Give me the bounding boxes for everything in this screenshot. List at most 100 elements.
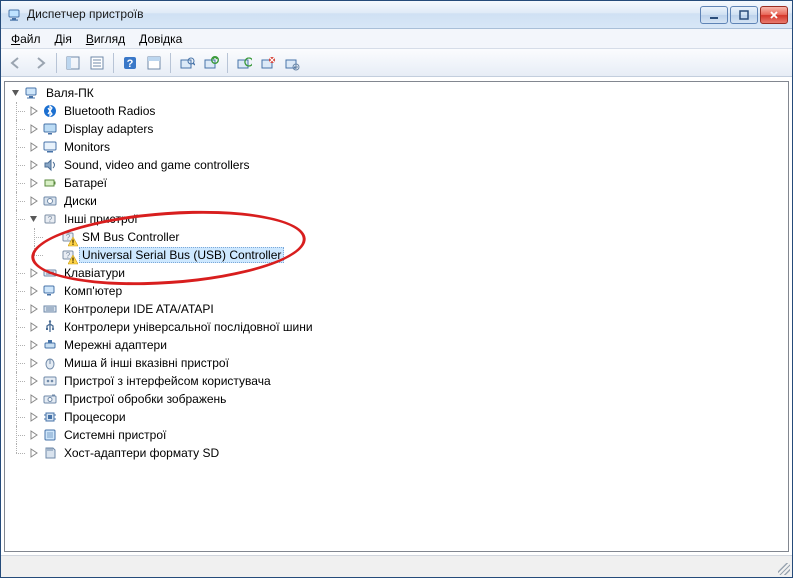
menu-help[interactable]: Довідка	[132, 29, 189, 48]
expand-icon[interactable]	[27, 446, 41, 460]
tree-category-row[interactable]: Display adapters	[27, 120, 788, 138]
expand-icon[interactable]	[27, 158, 41, 172]
tree-category-row[interactable]: Миша й інші вказівні пристрої	[27, 354, 788, 372]
expand-icon[interactable]	[27, 140, 41, 154]
device-tree[interactable]: Валя-ПК Bluetooth Radios Display adapter…	[4, 81, 789, 552]
tree-item-label: SM Bus Controller	[79, 229, 182, 245]
imaging-icon	[42, 391, 58, 407]
expand-icon[interactable]	[27, 338, 41, 352]
tree-item-label: Системні пристрої	[61, 427, 169, 443]
maximize-button[interactable]	[730, 6, 758, 24]
enable-button[interactable]	[281, 52, 303, 74]
tree-category-row[interactable]: Диски	[27, 192, 788, 210]
tree-category-row[interactable]: Процесори	[27, 408, 788, 426]
network-icon	[42, 337, 58, 353]
tree-category-row[interactable]: Sound, video and game controllers	[27, 156, 788, 174]
tree-item-label: Display adapters	[61, 121, 156, 137]
disable-button[interactable]	[257, 52, 279, 74]
tree-category-row[interactable]: Bluetooth Radios	[27, 102, 788, 120]
expand-icon[interactable]	[27, 284, 41, 298]
menu-file[interactable]: Файл	[4, 29, 48, 48]
tree-category-row[interactable]: Пристрої з інтерфейсом користувача	[27, 372, 788, 390]
close-button[interactable]	[760, 6, 788, 24]
expand-icon[interactable]	[27, 320, 41, 334]
menu-view[interactable]: Вигляд	[79, 29, 132, 48]
tree-category-row[interactable]: Батареї	[27, 174, 788, 192]
system-icon	[42, 427, 58, 443]
tree-category-row[interactable]: Контролери універсальної послідовної шин…	[27, 318, 788, 336]
disk-icon	[42, 193, 58, 209]
battery-icon	[42, 175, 58, 191]
update-driver-button[interactable]	[200, 52, 222, 74]
tree-item-label: Хост-адаптери формату SD	[61, 445, 222, 461]
tree-device-row[interactable]: ? Universal Serial Bus (USB) Controller	[45, 246, 788, 264]
properties-button[interactable]	[86, 52, 108, 74]
expand-icon[interactable]	[27, 356, 41, 370]
tree-category-row[interactable]: Контролери IDE ATA/ATAPI	[27, 300, 788, 318]
expand-icon[interactable]	[27, 410, 41, 424]
uninstall-button[interactable]	[233, 52, 255, 74]
tree-item-label: Bluetooth Radios	[61, 103, 158, 119]
tree-item-label: Миша й інші вказівні пристрої	[61, 355, 232, 371]
svg-text:?: ?	[127, 58, 134, 70]
tree-item-label: Процесори	[61, 409, 129, 425]
tree-device-row[interactable]: ? SM Bus Controller	[45, 228, 788, 246]
computer-cat-icon	[42, 283, 58, 299]
tree-category-row[interactable]: ? Інші пристрої	[27, 210, 788, 228]
hid-icon	[42, 373, 58, 389]
tree-root-label: Валя-ПК	[43, 85, 97, 101]
tree-category-row[interactable]: Monitors	[27, 138, 788, 156]
unknown-icon: ?	[60, 247, 76, 263]
back-button[interactable]	[5, 52, 27, 74]
menubar: Файл Дія Вигляд Довідка	[1, 29, 792, 49]
tree-item-label: Пристрої з інтерфейсом користувача	[61, 373, 274, 389]
computer-icon	[24, 85, 40, 101]
tree-item-label: Контролери IDE ATA/ATAPI	[61, 301, 217, 317]
window-title: Диспетчер пристроїв	[27, 7, 700, 22]
menu-action[interactable]: Дія	[48, 29, 79, 48]
window-controls	[700, 6, 788, 24]
tree-category-row[interactable]: Клавіатури	[27, 264, 788, 282]
scan-hardware-button[interactable]	[176, 52, 198, 74]
sd-icon	[42, 445, 58, 461]
expand-icon[interactable]	[27, 428, 41, 442]
keyboard-icon	[42, 265, 58, 281]
ide-icon	[42, 301, 58, 317]
expand-icon[interactable]	[9, 86, 23, 100]
toolbar: ?	[1, 49, 792, 77]
expand-icon[interactable]	[27, 392, 41, 406]
tree-root-row[interactable]: Валя-ПК	[9, 84, 788, 102]
expand-icon[interactable]	[27, 122, 41, 136]
expand-icon[interactable]	[27, 194, 41, 208]
unknown-icon: ?	[60, 229, 76, 245]
tree-category-row[interactable]: Системні пристрої	[27, 426, 788, 444]
tree-item-label: Інші пристрої	[61, 211, 141, 227]
tree-category-row[interactable]: Хост-адаптери формату SD	[27, 444, 788, 462]
action-button[interactable]	[143, 52, 165, 74]
expand-icon[interactable]	[27, 302, 41, 316]
tree-category-row[interactable]: Комп'ютер	[27, 282, 788, 300]
other-icon: ?	[42, 211, 58, 227]
show-hide-tree-button[interactable]	[62, 52, 84, 74]
expand-icon[interactable]	[27, 266, 41, 280]
expand-icon[interactable]	[27, 212, 41, 226]
usb-icon	[42, 319, 58, 335]
tree-category-row[interactable]: Пристрої обробки зображень	[27, 390, 788, 408]
bluetooth-icon	[42, 103, 58, 119]
help-button[interactable]: ?	[119, 52, 141, 74]
expand-icon[interactable]	[27, 104, 41, 118]
titlebar: Диспетчер пристроїв	[1, 1, 792, 29]
menu-action-label: ія	[63, 32, 72, 46]
app-icon	[7, 7, 23, 23]
minimize-button[interactable]	[700, 6, 728, 24]
monitor-icon	[42, 139, 58, 155]
forward-button[interactable]	[29, 52, 51, 74]
expand-icon[interactable]	[27, 176, 41, 190]
display-icon	[42, 121, 58, 137]
tree-item-label: Мережні адаптери	[61, 337, 170, 353]
device-manager-window: Диспетчер пристроїв Файл Дія Вигляд Дові…	[0, 0, 793, 578]
menu-help-label: овідка	[147, 32, 182, 46]
expand-icon[interactable]	[27, 374, 41, 388]
tree-category-row[interactable]: Мережні адаптери	[27, 336, 788, 354]
tree-item-label: Диски	[61, 193, 100, 209]
